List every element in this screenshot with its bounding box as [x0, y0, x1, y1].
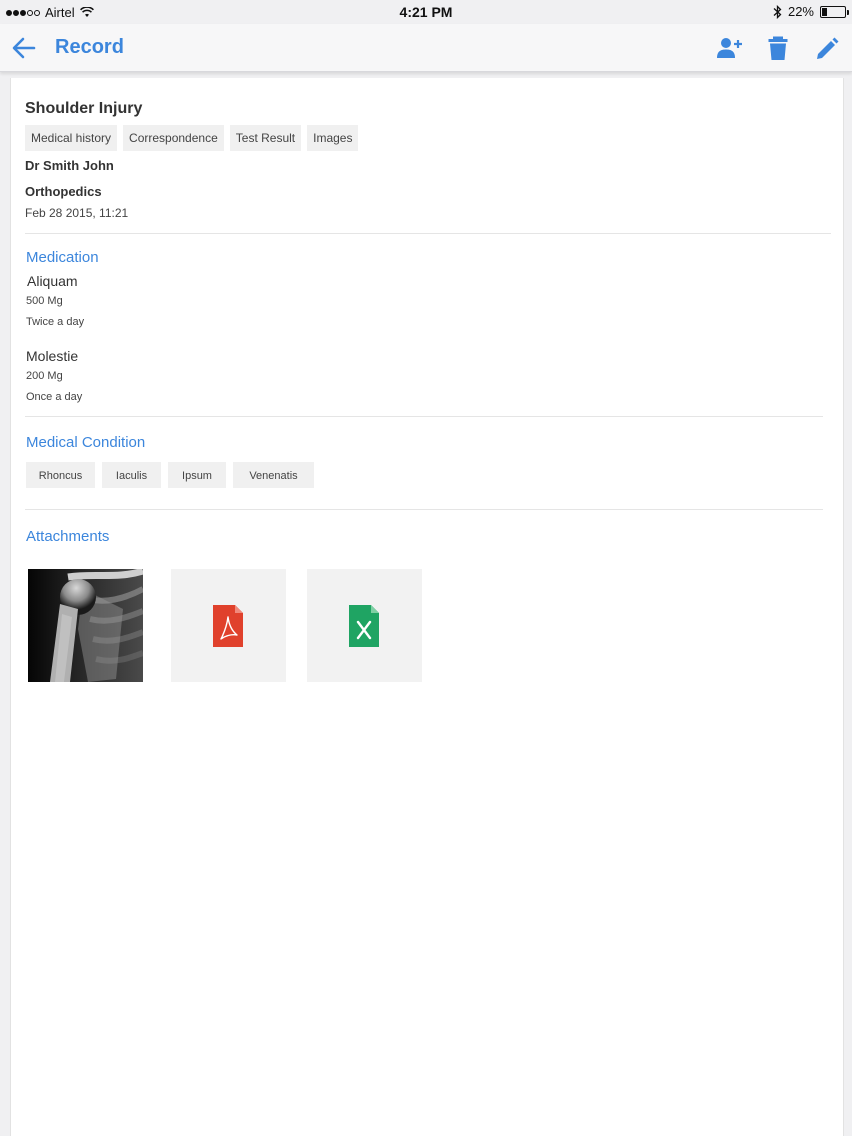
status-bar: Airtel 4:21 PM 22%: [0, 0, 852, 24]
attachment-excel-file[interactable]: [307, 569, 422, 682]
tab-test-result[interactable]: Test Result: [229, 125, 302, 151]
edit-pencil-icon[interactable]: [813, 34, 841, 62]
condition-chip[interactable]: Ipsum: [168, 462, 226, 488]
attachment-pdf-file[interactable]: [171, 569, 286, 682]
medication-name: Molestie: [26, 348, 79, 364]
trash-icon[interactable]: [764, 34, 792, 62]
record-tabs: Medical history Correspondence Test Resu…: [25, 125, 359, 151]
excel-file-icon: [349, 605, 379, 647]
add-user-icon[interactable]: [715, 34, 743, 62]
condition-chips: Rhoncus Iaculis Ipsum Venenatis: [26, 462, 314, 488]
medication-frequency: Twice a day: [26, 316, 85, 328]
condition-chip[interactable]: Venenatis: [233, 462, 314, 488]
medication-section-title: Medication: [26, 249, 99, 266]
battery-icon: [820, 5, 849, 18]
divider: [25, 416, 823, 417]
divider: [25, 509, 823, 510]
pdf-file-icon: [213, 605, 243, 647]
medication-dose: 500 Mg: [26, 295, 63, 307]
attachment-xray-image[interactable]: [28, 569, 143, 682]
record-card: Shoulder Injury Medical history Correspo…: [10, 78, 844, 1136]
medication-dose: 200 Mg: [26, 370, 63, 382]
tab-correspondence[interactable]: Correspondence: [123, 125, 224, 151]
back-arrow-icon[interactable]: [10, 34, 38, 62]
status-right: 22%: [773, 4, 849, 19]
divider: [25, 233, 831, 234]
attachments-section-title: Attachments: [26, 528, 110, 545]
nav-bar: Record: [0, 24, 852, 72]
medication-frequency: Once a day: [26, 391, 83, 403]
status-time: 4:21 PM: [399, 4, 453, 20]
medical-condition-section-title: Medical Condition: [26, 434, 146, 451]
medication-name: Aliquam: [27, 273, 78, 289]
tab-medical-history[interactable]: Medical history: [25, 125, 118, 151]
page-title: Record: [55, 36, 124, 58]
condition-chip[interactable]: Iaculis: [102, 462, 161, 488]
record-title: Shoulder Injury: [25, 100, 143, 117]
battery-percent: 22%: [787, 4, 814, 19]
xray-image: [28, 569, 143, 682]
department: Orthopedics: [25, 184, 102, 199]
bluetooth-icon: [773, 4, 782, 19]
doctor-name: Dr Smith John: [25, 158, 114, 173]
record-datetime: Feb 28 2015, 11:21: [25, 206, 129, 220]
tab-images[interactable]: Images: [307, 125, 359, 151]
condition-chip[interactable]: Rhoncus: [26, 462, 95, 488]
